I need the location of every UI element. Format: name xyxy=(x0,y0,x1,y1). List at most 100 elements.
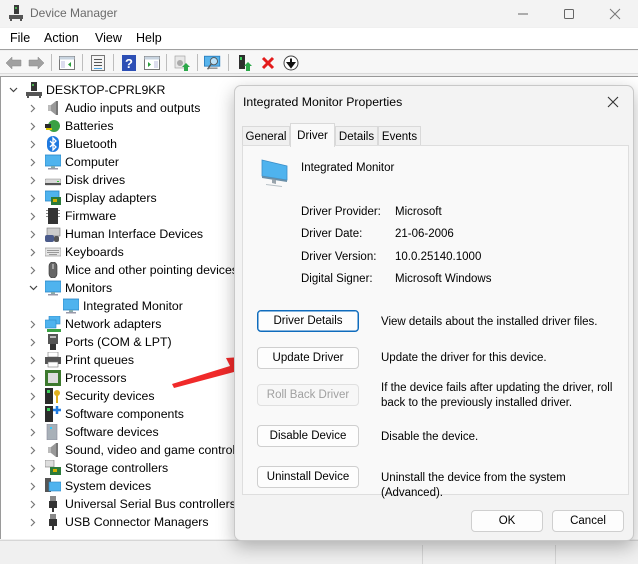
tree-category[interactable]: USB Connector Managers xyxy=(1,513,233,531)
properties-button[interactable] xyxy=(89,54,107,72)
toolbar-separator xyxy=(197,54,198,71)
tree-category[interactable]: Firmware xyxy=(1,207,233,225)
add-legacy-hardware-button[interactable] xyxy=(236,54,254,72)
bluetooth-icon xyxy=(47,136,59,152)
chevron-right-icon[interactable] xyxy=(28,405,38,423)
close-button[interactable] xyxy=(592,0,638,27)
chevron-right-icon[interactable] xyxy=(28,387,38,405)
tree-category[interactable]: Computer xyxy=(1,153,233,171)
back-button[interactable] xyxy=(5,54,23,72)
tree-category[interactable]: Software devices xyxy=(1,423,233,441)
tree-category[interactable]: Processors xyxy=(1,369,233,387)
tree-category[interactable]: Keyboards xyxy=(1,243,233,261)
chevron-down-icon[interactable] xyxy=(8,81,18,99)
system-device-icon xyxy=(45,478,61,492)
tree-category[interactable]: Disk drives xyxy=(1,171,233,189)
chevron-right-icon[interactable] xyxy=(28,207,38,225)
toolbar-separator xyxy=(82,54,83,71)
scan-hardware-changes-button[interactable] xyxy=(204,54,222,72)
cancel-button[interactable]: Cancel xyxy=(552,510,624,532)
tab-driver[interactable]: Driver xyxy=(290,123,335,147)
show-hide-console-tree-button[interactable] xyxy=(58,54,76,72)
chevron-right-icon[interactable] xyxy=(28,441,38,459)
help-button[interactable]: ? xyxy=(120,54,138,72)
chevron-right-icon[interactable] xyxy=(28,333,38,351)
chevron-right-icon[interactable] xyxy=(28,117,38,135)
dialog-close-button[interactable] xyxy=(603,92,623,112)
driver-tab-panel: Integrated Monitor Driver Provider: Micr… xyxy=(242,145,629,499)
tree-category[interactable]: Human Interface Devices xyxy=(1,225,233,243)
maximize-button[interactable] xyxy=(546,0,592,27)
chevron-right-icon[interactable] xyxy=(28,225,38,243)
tree-category[interactable]: Mice and other pointing devices xyxy=(1,261,238,279)
chevron-right-icon[interactable] xyxy=(28,315,38,333)
chevron-right-icon[interactable] xyxy=(28,153,38,171)
monitor-icon xyxy=(261,159,288,187)
forward-button[interactable] xyxy=(27,54,45,72)
chevron-right-icon[interactable] xyxy=(28,189,38,207)
menu-view[interactable]: View xyxy=(95,31,122,45)
tree-category[interactable]: Universal Serial Bus controllers xyxy=(1,495,236,513)
chevron-right-icon[interactable] xyxy=(28,423,38,441)
chevron-right-icon[interactable] xyxy=(28,477,38,495)
toolbar-separator xyxy=(51,54,52,71)
chevron-down-icon[interactable] xyxy=(28,279,38,297)
tree-category[interactable]: Print queues xyxy=(1,351,233,369)
menu-help[interactable]: Help xyxy=(136,31,162,45)
update-driver-button[interactable]: Update Driver xyxy=(257,347,359,369)
tree-category[interactable]: Batteries xyxy=(1,117,233,135)
speaker-icon xyxy=(48,443,58,457)
chevron-right-icon[interactable] xyxy=(28,495,38,513)
chevron-right-icon[interactable] xyxy=(28,135,38,153)
uninstall-device-button[interactable]: Uninstall Device xyxy=(257,466,359,488)
add-legacy-hardware-icon xyxy=(239,55,252,71)
tree-category[interactable]: Storage controllers xyxy=(1,459,233,477)
show-hide-action-pane-icon xyxy=(144,56,160,70)
ok-button[interactable]: OK xyxy=(471,510,543,532)
tab-general[interactable]: General xyxy=(242,126,290,146)
show-hide-action-pane-button[interactable] xyxy=(143,54,161,72)
tab-events[interactable]: Events xyxy=(378,126,421,146)
update-driver-button[interactable] xyxy=(173,54,191,72)
tree-category[interactable]: Audio inputs and outputs xyxy=(1,99,233,117)
menu-file[interactable]: File xyxy=(10,31,30,45)
chevron-right-icon[interactable] xyxy=(28,99,38,117)
driver-details-button[interactable]: Driver Details xyxy=(257,310,359,332)
tree-item-label: Mice and other pointing devices xyxy=(65,263,238,277)
tree-item-label: USB Connector Managers xyxy=(65,515,209,529)
uninstall-device-button[interactable] xyxy=(259,54,277,72)
tree-category[interactable]: System devices xyxy=(1,477,233,495)
tree-item-label: Processors xyxy=(65,371,127,385)
toolbar-separator xyxy=(166,54,167,71)
tree-root[interactable]: DESKTOP-CPRL9KR xyxy=(1,81,231,99)
minimize-button[interactable] xyxy=(500,0,546,27)
menu-action[interactable]: Action xyxy=(44,31,79,45)
tree-category[interactable]: Network adapters xyxy=(1,315,233,333)
properties-dialog: Integrated Monitor Properties General Dr… xyxy=(234,85,634,541)
dialog-title: Integrated Monitor Properties xyxy=(243,95,403,109)
tree-category[interactable]: Display adapters xyxy=(1,189,233,207)
tree-category[interactable]: Monitors xyxy=(1,279,233,297)
tree-item-label: Bluetooth xyxy=(65,137,117,151)
tree-category[interactable]: Security devices xyxy=(1,387,233,405)
disable-device-button[interactable] xyxy=(282,54,300,72)
chevron-right-icon[interactable] xyxy=(28,513,38,531)
chevron-right-icon[interactable] xyxy=(28,261,38,279)
chevron-right-icon[interactable] xyxy=(28,351,38,369)
tree-category[interactable]: Sound, video and game controll xyxy=(1,441,238,459)
tree-item-label: Universal Serial Bus controllers xyxy=(65,497,236,511)
tab-details[interactable]: Details xyxy=(335,126,378,146)
tree-item-label: Batteries xyxy=(65,119,114,133)
chevron-right-icon[interactable] xyxy=(28,369,38,387)
disable-device-button[interactable]: Disable Device xyxy=(257,425,359,447)
tree-child-item[interactable]: Integrated Monitor xyxy=(1,297,233,315)
tree-item-label: Integrated Monitor xyxy=(83,299,183,313)
chevron-right-icon[interactable] xyxy=(28,459,38,477)
chevron-right-icon[interactable] xyxy=(28,243,38,261)
tree-category[interactable]: Software components xyxy=(1,405,233,423)
roll-back-driver-button[interactable]: Roll Back Driver xyxy=(257,384,359,406)
chevron-right-icon[interactable] xyxy=(28,171,38,189)
tree-category[interactable]: Bluetooth xyxy=(1,135,233,153)
tree-item-label: Sound, video and game controll xyxy=(65,443,238,457)
tree-category[interactable]: Ports (COM & LPT) xyxy=(1,333,233,351)
